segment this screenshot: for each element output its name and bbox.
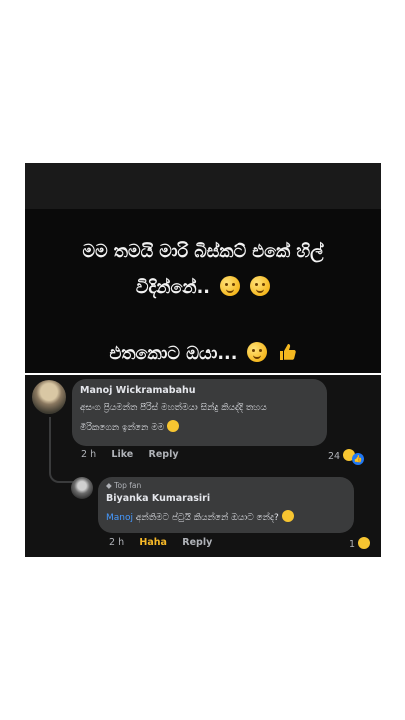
reaction-count: 1 [349, 539, 356, 550]
haha-button[interactable]: Haha [139, 537, 167, 548]
top-fan-label: Top fan [114, 481, 142, 490]
meme-image: මම තමයි මාරි බිස්කට් එකේ හිල් විදින්නේ..… [25, 163, 381, 373]
top-fan-badge: ◆ Top fan [106, 481, 141, 490]
reply-actions: 2 h Haha Reply [109, 537, 224, 548]
comment-reactions[interactable]: 24 👍 [328, 449, 365, 465]
haha-reaction-icon [358, 537, 371, 549]
slight-smile-icon [250, 276, 271, 296]
reply-bubble: ◆ Top fan Biyanka Kumarasiri Manoj අන්ති… [98, 477, 354, 533]
meme-text-line3: එතකොට ඔයා... [25, 341, 381, 367]
meme-text-line1: මම තමයි මාරි බිස්කට් එකේ හිල් [25, 239, 381, 265]
reply-text: Manoj අන්තිමට ප්ටුයි කියන්නේ ඔයාට නේද? [106, 509, 294, 527]
comment-text-line1: අසංග ප්‍රියමන්ත පීරිස් මහත්මයා සින්දු කි… [80, 403, 267, 413]
like-reaction-icon: 👍 [352, 453, 365, 465]
reply-reactions[interactable]: 1 [349, 537, 371, 550]
comment-section: Manoj Wickramabahu අසංග ප්‍රියමන්ත පීරිස… [25, 375, 381, 557]
comment-actions: 2 h Like Reply [81, 449, 191, 460]
comment-text-line2: මිරිකගෙන ඉන්නෙ මම [80, 423, 165, 433]
meme-line1-text: මම තමයි මාරි බිස්කට් එකේ හිල් [82, 242, 324, 262]
relieved-face-icon [220, 276, 240, 296]
avatar[interactable] [32, 380, 66, 414]
reply-text-body: අන්තිමට ප්ටුයි කියන්නේ ඔයාට නේද? [135, 513, 279, 523]
reply-time: 2 h [109, 537, 125, 548]
like-button[interactable]: Like [111, 449, 133, 460]
smile-face-icon [247, 342, 268, 362]
diamond-icon: ◆ [106, 481, 112, 490]
reply-button[interactable]: Reply [149, 449, 179, 460]
weary-face-icon [167, 420, 180, 432]
reaction-count: 24 [328, 451, 341, 462]
comment-bubble: Manoj Wickramabahu අසංග ප්‍රියමන්ත පීරිස… [72, 379, 327, 446]
relieved-face-icon [281, 510, 294, 522]
reply-author[interactable]: Biyanka Kumarasiri [106, 493, 210, 504]
meme-line3-text: එතකොට ඔයා... [109, 344, 238, 364]
avatar[interactable] [71, 477, 93, 499]
meme-line2-text: විදින්නේ.. [135, 278, 210, 298]
meme-text-line2: විදින්නේ.. [25, 275, 381, 301]
thumbs-up-icon [279, 344, 296, 360]
comment-text-line2-wrap: මිරිකගෙන ඉන්නෙ මම [80, 419, 180, 437]
comment-author[interactable]: Manoj Wickramabahu [80, 385, 196, 396]
reply-button[interactable]: Reply [182, 537, 212, 548]
mention-link[interactable]: Manoj [106, 513, 133, 523]
comment-time: 2 h [81, 449, 97, 460]
image-top-band [25, 163, 381, 209]
